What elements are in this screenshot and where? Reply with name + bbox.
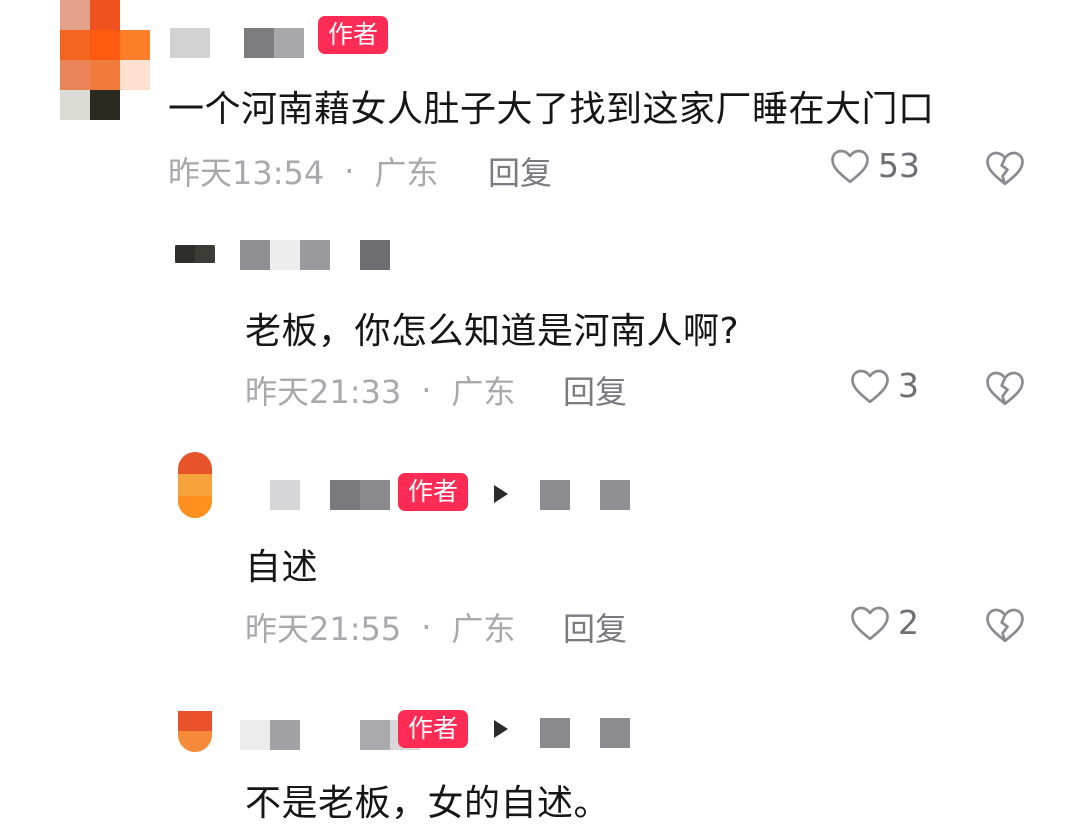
- author-badge: 作者: [398, 473, 469, 511]
- avatar[interactable]: [178, 690, 212, 752]
- author-badge: 作者: [318, 16, 389, 54]
- reply-button[interactable]: 回复: [488, 148, 552, 194]
- play-arrow-icon: [494, 485, 508, 503]
- comment-thread: 作者 一个河南藉女人肚子大了找到这家厂睡在大门口 昨天13:54 · 广东 回复…: [0, 0, 1075, 828]
- reply-target-name[interactable]: [540, 480, 630, 510]
- meta-separator: ·: [421, 371, 432, 409]
- avatar[interactable]: [178, 452, 212, 518]
- broken-heart-icon[interactable]: [985, 605, 1025, 645]
- location: 广东: [374, 154, 439, 192]
- username[interactable]: [240, 720, 420, 750]
- meta-separator: ·: [421, 608, 432, 646]
- comment-text: 一个河南藉女人肚子大了找到这家厂睡在大门口: [168, 89, 935, 130]
- reply-target-name[interactable]: [540, 718, 630, 748]
- heart-outline-icon: [851, 369, 889, 403]
- play-arrow-icon: [494, 720, 508, 738]
- timestamp: 昨天21:33: [245, 373, 402, 411]
- like-button[interactable]: 3: [850, 366, 919, 405]
- reply-button[interactable]: 回复: [563, 367, 627, 413]
- author-badge: 作者: [398, 710, 469, 748]
- comment-meta: 昨天13:54 · 广东: [168, 148, 438, 194]
- comment-text: 老板，你怎么知道是河南人啊?: [245, 311, 740, 352]
- location: 广东: [451, 373, 516, 411]
- timestamp: 昨天13:54: [168, 154, 325, 192]
- like-button[interactable]: 2: [850, 603, 919, 642]
- username[interactable]: [270, 480, 390, 510]
- reply-button[interactable]: 回复: [563, 604, 627, 650]
- comment-meta: 昨天21:33 · 广东: [245, 367, 515, 413]
- comment-text: 不是老板，女的自述。: [245, 783, 611, 824]
- location: 广东: [451, 610, 516, 648]
- broken-heart-icon[interactable]: [985, 148, 1025, 188]
- heart-outline-icon: [851, 606, 889, 640]
- like-count: 3: [898, 366, 919, 405]
- comment-text: 自述: [245, 547, 319, 588]
- avatar[interactable]: [175, 228, 215, 280]
- timestamp: 昨天21:55: [245, 610, 402, 648]
- like-button[interactable]: 53: [830, 146, 920, 185]
- heart-outline-icon: [831, 149, 869, 183]
- broken-heart-icon[interactable]: [985, 368, 1025, 408]
- username[interactable]: [240, 240, 390, 270]
- username[interactable]: [170, 28, 304, 58]
- like-count: 53: [878, 146, 920, 185]
- avatar[interactable]: [60, 0, 150, 120]
- meta-separator: ·: [344, 152, 355, 190]
- like-count: 2: [898, 603, 919, 642]
- comment-meta: 昨天21:55 · 广东: [245, 604, 515, 650]
